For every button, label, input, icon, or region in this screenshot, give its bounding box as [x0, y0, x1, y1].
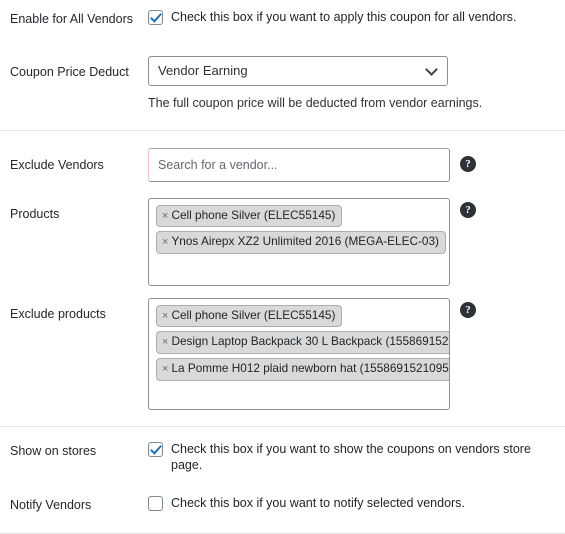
row-show-on-stores: Show on stores Check this box if you wan… [0, 427, 565, 482]
remove-tag-icon[interactable]: × [162, 210, 168, 222]
exclude-products-tag-row: × Cell phone Silver (ELEC55145) [149, 304, 449, 332]
exclude-products-tag-label: La Pomme H012 plaid newborn hat (1558691… [171, 361, 450, 376]
exclude-products-tag-item[interactable]: × Cell phone Silver (ELEC55145) [156, 304, 343, 328]
products-tag-label: Ynos Airepx XZ2 Unlimited 2016 (MEGA-ELE… [171, 234, 439, 249]
exclude-products-tag-label: Design Laptop Backpack 30 L Backpack (15… [171, 334, 450, 349]
help-icon[interactable]: ? [460, 155, 476, 172]
remove-tag-icon[interactable]: × [162, 336, 168, 348]
products-tag-item[interactable]: × Ynos Airepx XZ2 Unlimited 2016 (MEGA-EL… [156, 231, 446, 255]
exclude-products-tag-field[interactable]: × Cell phone Silver (ELEC55145) × Design L… [148, 297, 450, 410]
exclude-products-tag-label: Cell phone Silver (ELEC55145) [171, 307, 336, 322]
help-icon[interactable]: ? [460, 301, 476, 318]
show-on-stores-checkbox[interactable] [148, 441, 163, 457]
row-exclude-vendors: Exclude Vendors Search for a vendor... ? [0, 131, 565, 182]
coupon-vendor-settings-form: Enable for All Vendors Check this box if… [0, 0, 565, 534]
row-products: Products × Cell phone Silver (ELEC55145) … [0, 182, 565, 286]
label-exclude-products: Exclude products [10, 306, 106, 321]
products-tag-row: × Ynos Airepx XZ2 Unlimited 2016 (MEGA-EL… [149, 231, 449, 258]
show-on-stores-checkbox-wrap[interactable]: Check this box if you want to show the c… [148, 441, 555, 475]
exclude-products-tag-item[interactable]: × La Pomme H012 plaid newborn hat (155869… [156, 358, 450, 382]
label-notify-vendors: Notify Vendors [10, 498, 92, 513]
enable-for-all-vendors-description: Check this box if you want to apply this… [171, 10, 517, 24]
coupon-price-deduct-description: The full coupon price will be deducted f… [148, 95, 483, 110]
remove-tag-icon[interactable]: × [162, 363, 168, 375]
label-products: Products [10, 206, 60, 221]
row-enable-for-all-vendors: Enable for All Vendors Check this box if… [0, 0, 565, 36]
chevron-down-icon [427, 65, 438, 76]
row-coupon-price-deduct: Coupon Price Deduct Vendor Earning The f… [0, 36, 565, 130]
enable-for-all-vendors-checkbox-wrap[interactable]: Check this box if you want to apply this… [148, 9, 516, 26]
exclude-products-tag-row: × La Pomme H012 plaid newborn hat (155869… [149, 358, 449, 385]
row-notify-vendors: Notify Vendors Check this box if you wan… [0, 481, 565, 522]
remove-tag-icon[interactable]: × [162, 310, 168, 322]
products-tag-field[interactable]: × Cell phone Silver (ELEC55145) × Ynos Air… [148, 197, 450, 286]
show-on-stores-description: Check this box if you want to show the c… [171, 441, 531, 473]
label-show-on-stores: Show on stores [10, 443, 97, 458]
exclude-vendors-placeholder: Search for a vendor... [158, 157, 278, 172]
coupon-price-deduct-select[interactable]: Vendor Earning [148, 55, 448, 86]
coupon-price-deduct-selected-value: Vendor Earning [158, 63, 248, 78]
remove-tag-icon[interactable]: × [162, 236, 168, 248]
notify-vendors-checkbox[interactable] [148, 496, 163, 512]
exclude-products-tag-item[interactable]: × Design Laptop Backpack 30 L Backpack (1… [156, 331, 450, 355]
help-icon[interactable]: ? [460, 201, 476, 218]
label-enable-for-all-vendors: Enable for All Vendors [10, 12, 133, 26]
exclude-products-tag-row: × Design Laptop Backpack 30 L Backpack (1… [149, 331, 449, 358]
row-exclude-products: Exclude products × Cell phone Silver (ELE… [0, 286, 565, 410]
label-exclude-vendors: Exclude Vendors [10, 157, 104, 172]
notify-vendors-checkbox-wrap[interactable]: Check this box if you want to notify sel… [148, 495, 465, 512]
notify-vendors-description: Check this box if you want to notify sel… [171, 496, 465, 511]
exclude-vendors-input[interactable]: Search for a vendor... [148, 147, 450, 182]
products-tag-label: Cell phone Silver (ELEC55145) [171, 207, 336, 222]
products-tag-row: × Cell phone Silver (ELEC55145) [149, 204, 449, 232]
label-coupon-price-deduct: Coupon Price Deduct [10, 64, 129, 79]
products-tag-item[interactable]: × Cell phone Silver (ELEC55145) [156, 204, 343, 228]
enable-for-all-vendors-checkbox[interactable] [148, 10, 163, 25]
